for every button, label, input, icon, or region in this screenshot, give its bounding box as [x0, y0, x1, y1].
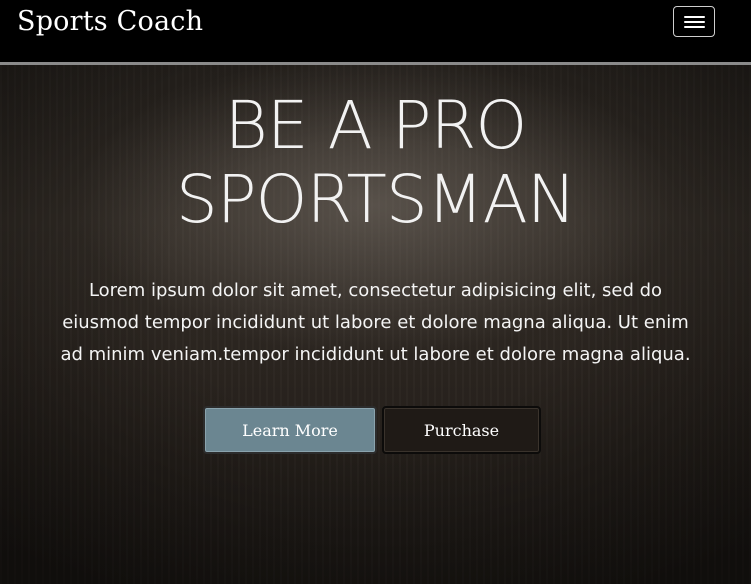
hamburger-menu-icon-bar [684, 26, 705, 28]
purchase-button[interactable]: Purchase [382, 406, 541, 454]
menu-toggle-button[interactable] [673, 6, 715, 37]
hero-lead-line-1: Lorem ipsum dolor sit amet, consectetur … [88, 280, 663, 301]
hero-headline: BE A PRO SPORTSMAN [0, 89, 751, 237]
brand-title[interactable]: Sports Coach [17, 6, 203, 37]
hero-lead-text: Lorem ipsum dolor sit amet, consectetur … [40, 275, 711, 371]
navbar: Sports Coach [0, 0, 751, 65]
hero-headline-line-2: SPORTSMAN [175, 161, 576, 238]
learn-more-button[interactable]: Learn More [203, 406, 377, 454]
hero-headline-line-1: BE A PRO [224, 87, 528, 164]
hamburger-menu-icon [684, 16, 705, 18]
hero-lead-line-3: ad minim veniam.tempor incididunt ut lab… [60, 344, 691, 365]
hero-section: BE A PRO SPORTSMAN Lorem ipsum dolor sit… [0, 65, 751, 584]
hero-lead-line-2: eiusmod tempor incididunt ut labore et d… [62, 312, 689, 333]
hamburger-menu-icon-bar [684, 21, 705, 23]
